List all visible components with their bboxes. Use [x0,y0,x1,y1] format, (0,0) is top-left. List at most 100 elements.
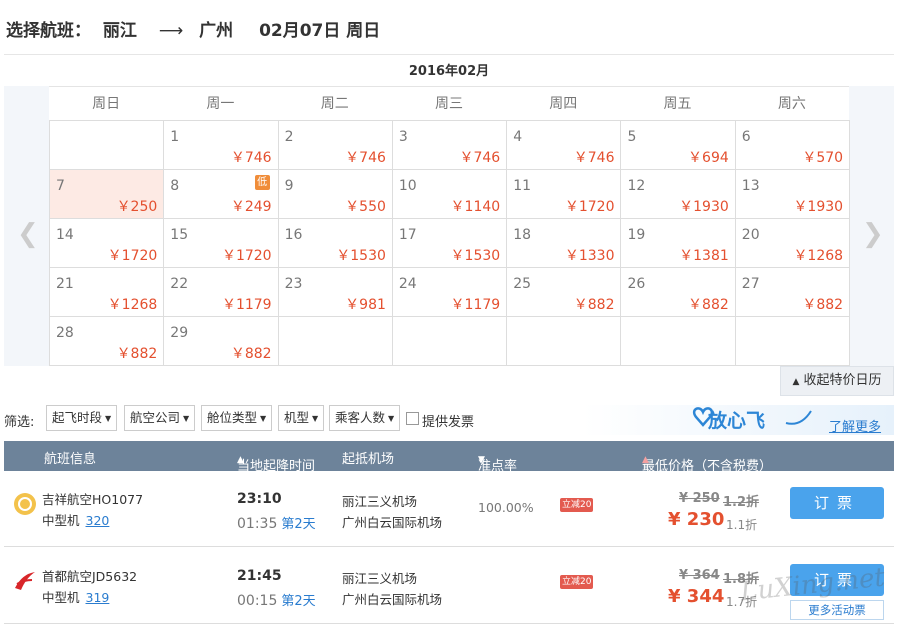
calendar-day-11[interactable]: 11 ￥1720 [507,170,622,219]
day-price: ￥1720 [221,248,272,264]
calendar-day-1[interactable]: 1 ￥746 [164,121,279,170]
day-price: ￥882 [116,346,158,362]
calendar-day-10[interactable]: 10 ￥1140 [392,170,508,219]
sort-down-icon: ▼ [478,455,485,465]
original-price: ¥ 364 [679,568,720,583]
weekday-label: 周二 [320,96,349,112]
caret-down-icon: ▼ [312,413,319,423]
departure-time: 23:10 [237,491,282,507]
weekday-label: 周三 [434,96,463,112]
weekday-label: 周日 [92,96,121,112]
discount-badge: 立减20 [560,498,594,512]
table-header: 航班信息 当地起降时间 ▲ 起抵机场 准点率 ▼ 最低价格（不含税费） ▲ [4,441,894,474]
day-price: ￥1720 [564,199,615,215]
day-number: 25 [513,276,532,292]
calendar-day-17[interactable]: 17 ￥1530 [392,219,508,268]
calendar-day-3[interactable]: 3 ￥746 [392,121,508,170]
learn-more-link[interactable]: 了解更多 [829,416,881,435]
calendar-day-18[interactable]: 18 ￥1330 [507,219,622,268]
arrival-airport: 广州白云国际机场 [342,592,443,607]
airline-flight: 首都航空JD5632 [42,569,138,584]
lowest-price-badge: 低 [254,175,270,190]
day-price: ￥1268 [793,248,844,264]
calendar-day-12[interactable]: 12 ￥1930 [621,170,736,219]
calendar-day-28[interactable]: 28 ￥882 [50,317,165,366]
next-day-label: 第2天 [281,517,316,532]
calendar-empty-cell [392,317,508,366]
day-price: ￥746 [459,150,501,166]
capital-airlines-logo-icon [15,572,35,590]
calendar-day-22[interactable]: 22 ￥1179 [164,268,279,317]
chevron-left-icon[interactable]: ❮ [17,220,39,248]
aircraft-model-link[interactable]: 319 [86,590,110,605]
filter-departure-time[interactable]: 起飞时段 ▼ [46,405,118,431]
caret-up-icon: ▲ [792,377,800,387]
filter-passengers[interactable]: 乘客人数 ▼ [329,405,401,431]
calendar-day-24[interactable]: 24 ￥1179 [392,268,508,317]
calendar-day-23[interactable]: 23 ￥981 [278,268,393,317]
calendar-day-19[interactable]: 19 ￥1381 [621,219,736,268]
filter-text: 起飞时段 [52,410,103,425]
collapse-calendar-button[interactable]: ▲ 收起特价日历 [780,366,894,396]
more-promo-button[interactable]: 更多活动票 [790,600,884,620]
sort-up-icon: ▲ [237,455,244,465]
filter-aircraft[interactable]: 机型 ▼ [278,405,325,431]
day-price: ￥1530 [450,248,501,264]
chevron-right-icon[interactable]: ❯ [862,220,884,248]
calendar-day-21[interactable]: 21 ￥1268 [50,268,165,317]
aircraft-model-link[interactable]: 320 [86,513,110,528]
calendar-day-6[interactable]: 6 ￥570 [735,121,851,170]
arrival-time: 01:35 第2天 [237,513,316,532]
day-price: ￥250 [116,199,158,215]
calendar-day-14[interactable]: 14 ￥1720 [50,219,165,268]
day-price: ￥694 [688,150,729,166]
brand-text: 放心飞 [708,410,766,432]
day-price: ￥981 [345,297,386,313]
calendar-day-25[interactable]: 25 ￥882 [507,268,622,317]
book-button[interactable]: 订票 [790,487,884,519]
calendar-day-13[interactable]: 13 ￥1930 [735,170,851,219]
day-price: ￥746 [345,150,386,166]
day-price: ￥1930 [793,199,844,215]
departure-airport: 丽江三义机场 [342,494,418,509]
day-number: 27 [741,276,760,292]
table-row: 吉祥航空HO1077 中型机 320 23:10 01:35 第2天 丽江三义机场 … [4,471,894,547]
lowest-price: ¥ 344 [668,586,725,607]
arrival-value: 00:15 [237,593,278,609]
calendar-day-9[interactable]: 9 ￥550 [278,170,393,219]
day-number: 17 [398,227,417,243]
calendar-empty-cell [621,317,736,366]
filter-text: 舱位类型 [207,410,258,425]
calendar-day-26[interactable]: 26 ￥882 [621,268,736,317]
day-price: ￥1930 [679,199,729,215]
day-price: ￥570 [802,150,844,166]
calendar-day-2[interactable]: 2 ￥746 [278,121,393,170]
calendar-day-20[interactable]: 20 ￥1268 [735,219,851,268]
calendar-day-16[interactable]: 16 ￥1530 [278,219,393,268]
calendar-day-4[interactable]: 4 ￥746 [507,121,622,170]
calendar-day-7[interactable]: 7 ￥250 [50,170,165,219]
arrival-value: 01:35 [237,516,278,532]
day-number: 14 [56,227,74,243]
invoice-label: 提供发票 [422,415,475,430]
day-number: 22 [170,276,189,292]
airline-flight: 吉祥航空HO1077 [42,492,144,507]
original-discount: 1.2折 [723,495,760,510]
calendar-day-8[interactable]: 8 ￥249 低 [164,170,279,219]
filter-airline[interactable]: 航空公司 ▼ [124,405,196,431]
invoice-checkbox[interactable] [406,412,419,425]
route-label: 选择航班： [6,21,91,41]
calendar-day-27[interactable]: 27 ￥882 [735,268,851,317]
filter-cabin[interactable]: 舱位类型 ▼ [201,405,273,431]
weekday-label: 周五 [663,96,692,112]
calendar-day-15[interactable]: 15 ￥1720 [164,219,279,268]
col-airport: 起抵机场 [342,452,395,467]
calendar-day-5[interactable]: 5 ￥694 [621,121,736,170]
calendar-empty-cell [507,317,622,366]
day-price: ￥249 [230,199,272,215]
original-price: ¥ 250 [679,491,720,506]
calendar-day-29[interactable]: 29 ￥882 [164,317,279,366]
weekday-label: 周四 [549,96,578,112]
day-number: 19 [627,227,646,243]
day-price: ￥882 [802,297,844,313]
